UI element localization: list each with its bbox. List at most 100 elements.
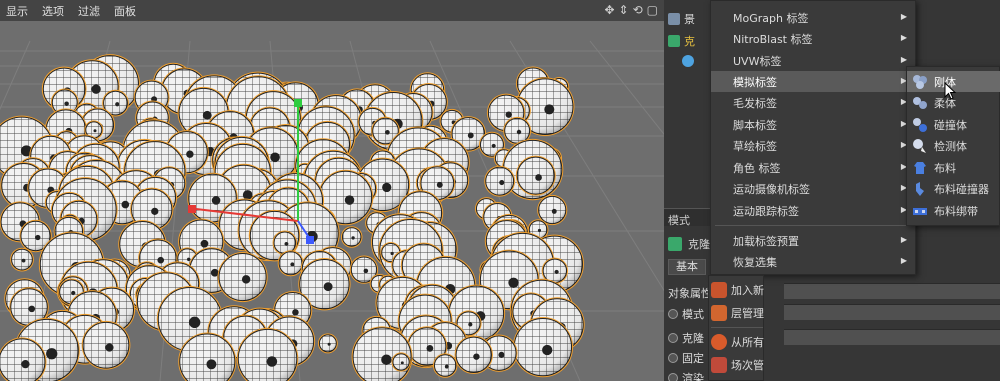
- sphere-pole: [551, 208, 557, 214]
- move-icon[interactable]: ✥: [604, 3, 614, 17]
- menu-filter[interactable]: 过滤: [78, 3, 100, 19]
- sphere-pole: [284, 241, 289, 246]
- menu-item-cloth-belt[interactable]: 布料绑带: [907, 200, 1000, 221]
- attr-row-clone[interactable]: 克隆: [668, 330, 704, 346]
- radio-icon[interactable]: [668, 373, 678, 381]
- cloth-icon: [912, 160, 928, 176]
- add-layer-icon: [711, 282, 727, 298]
- object-row[interactable]: 景: [668, 10, 695, 28]
- sphere-shading: [543, 259, 567, 283]
- cloner-icon: [668, 35, 680, 47]
- attr-field[interactable]: [784, 283, 1000, 299]
- sphere-pole: [71, 290, 76, 296]
- tab-basic[interactable]: 基本: [668, 259, 706, 275]
- radio-icon[interactable]: [668, 353, 678, 363]
- menu-item-nitroblast-tags[interactable]: NitroBlast 标签 ▶: [711, 28, 915, 49]
- sphere-pole: [290, 262, 295, 267]
- sphere-pole: [21, 360, 30, 369]
- maximize-icon[interactable]: ▢: [647, 3, 658, 17]
- sphere-pole: [186, 150, 194, 158]
- menu-item-cloth[interactable]: 布料: [907, 157, 1000, 178]
- 3d-viewport[interactable]: 显示 选项 过滤 面板 ✥ ⇕ ⟲ ▢: [0, 0, 664, 381]
- sphere-shading: [504, 118, 530, 144]
- sphere-pole: [344, 195, 355, 205]
- sphere-pole: [382, 182, 392, 193]
- sphere-pole: [554, 269, 559, 275]
- menu-item-motion-camera-tags[interactable]: 运动摄像机标签 ▶: [711, 178, 915, 199]
- menu-panel[interactable]: 面板: [114, 3, 136, 19]
- scene-canvas[interactable]: [0, 21, 664, 381]
- attributes-mode-title[interactable]: 模式: [668, 212, 690, 228]
- menu-item-simulation-tags[interactable]: 模拟标签 ▶: [711, 71, 915, 92]
- menu-item-remove-from-all[interactable]: 从所有: [709, 331, 765, 353]
- sphere-pole: [498, 351, 505, 358]
- viewport-nav-icons: ✥ ⇕ ⟲ ▢: [604, 3, 658, 17]
- menu-item-layer-manager[interactable]: 层管理: [709, 302, 765, 324]
- menu-item-motion-tracker-tags[interactable]: 运动跟踪标签 ▶: [711, 200, 915, 221]
- radio-icon[interactable]: [668, 333, 678, 343]
- attr-row-mode[interactable]: 模式: [668, 306, 704, 322]
- sphere-pole: [115, 102, 120, 107]
- menu-item-hair-tags[interactable]: 毛发标签 ▶: [711, 92, 915, 113]
- menu-item-cloth-collider[interactable]: 布料碰撞器: [907, 178, 1000, 199]
- menu-separator: [715, 225, 913, 226]
- sphere-pole: [499, 180, 505, 186]
- menu-item-ghost-body[interactable]: 检测体: [907, 135, 1000, 156]
- sphere-pole: [535, 174, 542, 181]
- remove-from-all-icon: [711, 334, 727, 350]
- menu-item-character-tags[interactable]: 角色 标签 ▶: [711, 157, 915, 178]
- attr-row-render[interactable]: 渲染: [668, 370, 704, 381]
- sphere-pole: [505, 111, 512, 118]
- sphere-pole: [21, 258, 26, 263]
- attr-field[interactable]: [784, 329, 1000, 345]
- object-properties-section: 对象属性: [668, 287, 712, 300]
- submenu-arrow-icon: ▶: [900, 235, 907, 244]
- menu-item-script-tags[interactable]: 脚本标签 ▶: [711, 114, 915, 135]
- sphere-pole: [211, 196, 221, 205]
- sphere-pole: [381, 354, 392, 365]
- menu-item-sketch-tags[interactable]: 草绘标签 ▶: [711, 135, 915, 156]
- sphere-pole: [121, 200, 130, 209]
- menu-item-load-tag-preset[interactable]: 加载标签预置 ▶: [711, 230, 915, 251]
- submenu-arrow-icon: ▶: [900, 33, 907, 42]
- menu-item-uvw-tags[interactable]: UVW标签 ▶: [711, 50, 915, 71]
- menu-item-add-to-new-layer[interactable]: 加入新: [709, 279, 765, 301]
- menu-item-takes-manager[interactable]: 场次管: [709, 354, 765, 376]
- menu-display[interactable]: 显示: [6, 3, 28, 19]
- sphere-cluster[interactable]: [0, 54, 585, 381]
- sphere-pole: [105, 343, 114, 352]
- sphere-pole: [390, 251, 394, 256]
- sphere-pole: [385, 130, 390, 135]
- attr-field[interactable]: [784, 304, 1000, 320]
- sphere-pole: [266, 356, 278, 367]
- sphere-pole: [157, 256, 165, 264]
- sphere-pole: [93, 129, 97, 133]
- menu-options[interactable]: 选项: [42, 3, 64, 19]
- object-row[interactable]: 克: [668, 32, 695, 50]
- sphere-pole: [473, 353, 480, 360]
- rigid-body-icon: [912, 74, 928, 90]
- rotate-icon[interactable]: ⟲: [633, 3, 643, 17]
- sphere-pole: [202, 110, 212, 120]
- menu-item-collider-body[interactable]: 碰撞体: [907, 114, 1000, 135]
- sphere-pole: [363, 268, 369, 274]
- menu-item-restore-selection[interactable]: 恢复选集 ▶: [711, 251, 915, 272]
- sphere-shading: [485, 167, 514, 196]
- sphere-pole: [537, 228, 542, 233]
- menu-item-mograph-tags[interactable]: MoGraph 标签 ▶: [711, 7, 915, 28]
- sphere-pole: [241, 275, 251, 284]
- sphere-icon: [682, 55, 694, 67]
- sphere-pole: [187, 257, 191, 262]
- object-row[interactable]: [682, 52, 694, 70]
- attributes-object: 克隆: [668, 236, 710, 252]
- attr-row-fixed[interactable]: 固定: [668, 350, 704, 366]
- menu-separator: [711, 327, 763, 328]
- radio-icon[interactable]: [668, 309, 678, 319]
- submenu-arrow-icon: ▶: [900, 12, 907, 21]
- sphere-pole: [426, 344, 434, 352]
- sphere-pole: [292, 309, 299, 316]
- sphere-pole: [516, 129, 522, 135]
- move-vertical-icon[interactable]: ⇕: [619, 3, 629, 17]
- layer-context-menu: 加入新 层管理 从所有 场次管: [708, 275, 764, 381]
- sphere-pole: [468, 322, 473, 327]
